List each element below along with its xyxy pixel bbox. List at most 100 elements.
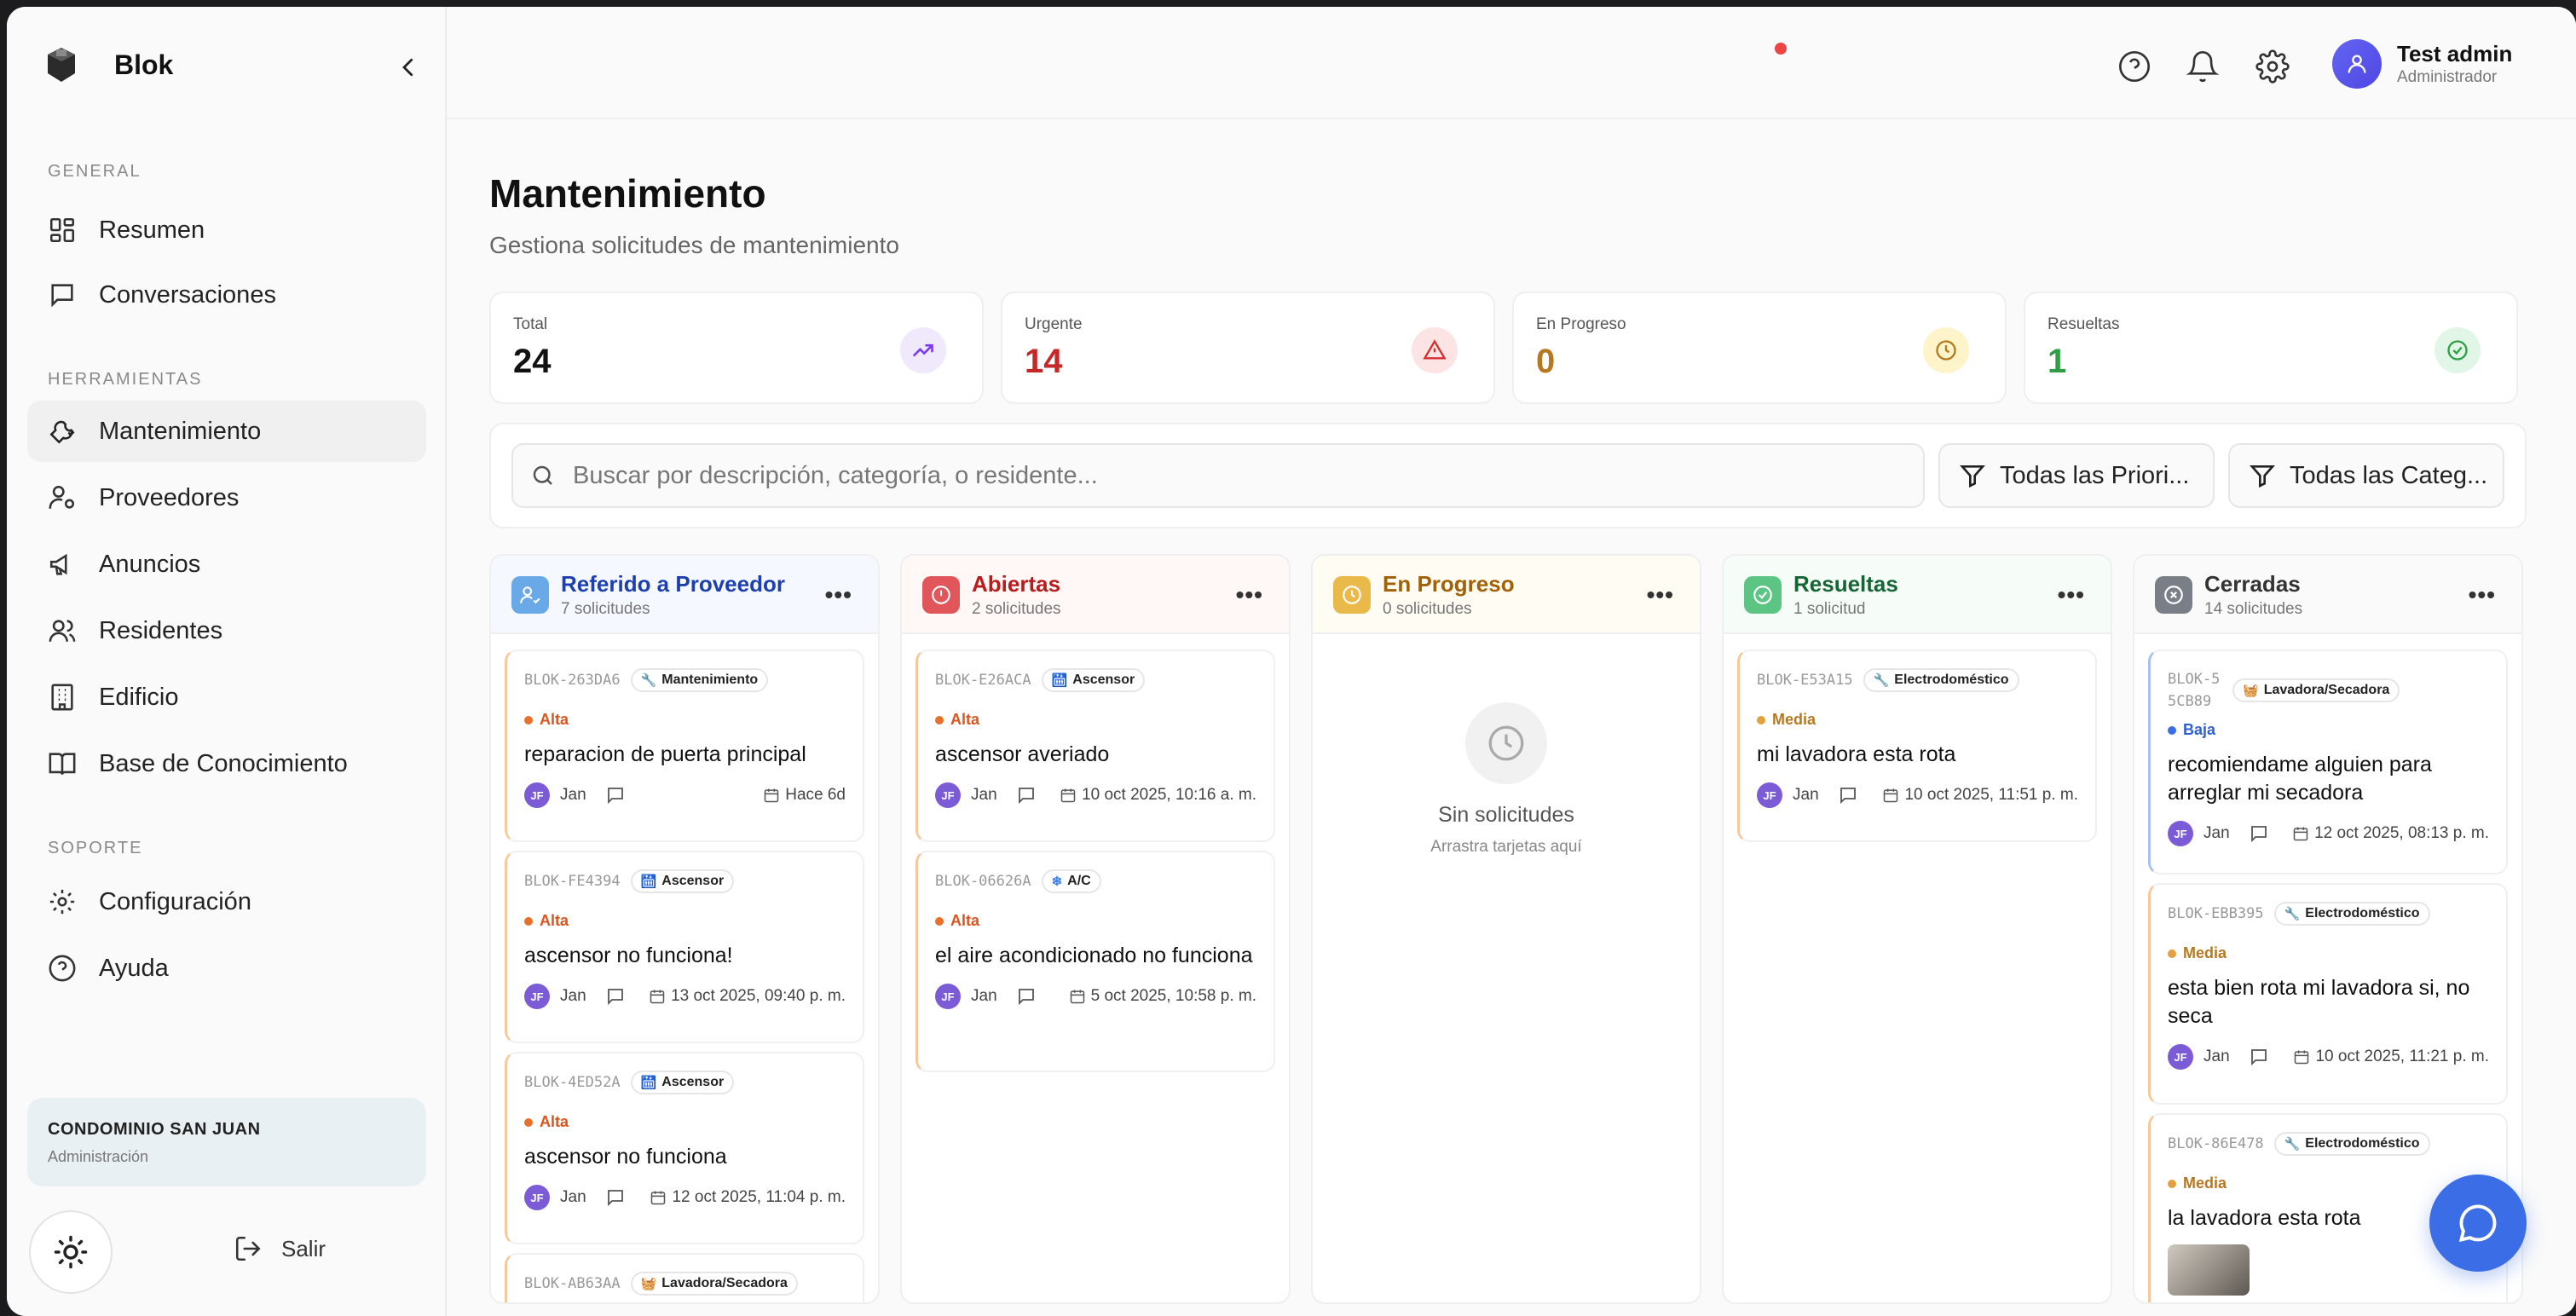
book-icon (49, 753, 76, 775)
request-description: ascensor no funciona! (524, 944, 733, 967)
category-label: Ascensor (1072, 672, 1135, 687)
wrench-icon: 🔧 (640, 673, 657, 688)
sidebar-item-residentes[interactable]: Residentes (27, 600, 426, 661)
stat-card-total: Total 24 (489, 291, 984, 404)
category-label: Lavadora/Secadora (661, 1276, 788, 1290)
sidebar-item-label: Conversaciones (99, 280, 276, 309)
message-icon[interactable] (1838, 785, 1858, 805)
filter-icon (1960, 465, 1985, 488)
priority-label: Baja (2183, 721, 2216, 738)
calendar-icon (1070, 990, 1084, 1004)
sidebar-item-anuncios[interactable]: Anuncios (27, 534, 426, 595)
request-card[interactable]: BLOK-263DA6 🔧 Mantenimiento Alta reparacio… (505, 649, 864, 842)
request-card[interactable]: BLOK-EBB395 🔧 Electrodoméstico Media esta … (2148, 883, 2508, 1105)
message-icon[interactable] (605, 1187, 626, 1208)
sidebar-item-base-conocimiento[interactable]: Base de Conocimiento (27, 733, 426, 794)
request-date: 12 oct 2025, 11:04 p. m. (650, 1188, 846, 1207)
more-options-icon[interactable]: ••• (1647, 581, 1674, 609)
column-header: Referido a Proveedor 7 solicitudes ••• (491, 556, 878, 634)
resident-avatar: JF (524, 984, 550, 1009)
empty-subtitle: Arrastra tarjetas aquí (1430, 838, 1582, 856)
stat-value: 1 (2048, 343, 2067, 380)
kanban-column-en-progreso[interactable]: En Progreso 0 solicitudes ••• Sin solici… (1311, 554, 1701, 1304)
sidebar-item-edificio[interactable]: Edificio (27, 667, 426, 728)
request-card[interactable]: BLOK-4ED52A 🛗 Ascensor Alta ascensor no fu… (505, 1052, 864, 1244)
brand[interactable]: Blok (44, 46, 173, 84)
category-label: Ascensor (661, 874, 725, 888)
search-input[interactable]: Buscar por descripción, categoría, o res… (511, 443, 1925, 508)
sidebar-item-configuracion[interactable]: Configuración (27, 871, 426, 932)
users-icon (49, 620, 76, 642)
message-icon[interactable] (1016, 785, 1037, 805)
user-name[interactable]: Test admin (2397, 41, 2512, 67)
request-meta: JF Jan 12 oct 2025, 11:04 p. m. (524, 1183, 846, 1212)
column-count: 2 solicitudes (972, 600, 1061, 618)
chat-fab-button[interactable] (2429, 1175, 2527, 1272)
theme-toggle-button[interactable] (29, 1210, 113, 1294)
check-circle-icon (2434, 327, 2481, 373)
priority-badge: Alta (524, 711, 846, 729)
request-date: 10 oct 2025, 10:16 a. m. (1060, 786, 1256, 805)
request-card[interactable]: BLOK-E26ACA 🛗 Ascensor Alta ascensor averi… (915, 649, 1275, 842)
section-tools: HERRAMIENTAS (48, 370, 203, 389)
priority-label: Alta (950, 912, 980, 929)
sidebar-item-conversaciones[interactable]: Conversaciones (27, 264, 426, 326)
kanban-column-resueltas[interactable]: Resueltas 1 solicitud ••• BLOK-E53A15 🔧 El… (1722, 554, 2112, 1304)
message-icon[interactable] (1016, 986, 1037, 1007)
sidebar-item-label: Anuncios (99, 550, 201, 578)
message-icon[interactable] (605, 986, 626, 1007)
logout-button[interactable]: Salir (234, 1234, 326, 1263)
sidebar-item-label: Configuración (99, 887, 251, 915)
collapse-sidebar-icon[interactable] (396, 55, 421, 80)
column-title: Resueltas (1793, 571, 1898, 597)
more-options-icon[interactable]: ••• (825, 581, 852, 609)
kanban-column-abiertas[interactable]: Abiertas 2 solicitudes ••• BLOK-E26ACA 🛗 A… (900, 554, 1291, 1304)
request-card[interactable]: BLOK-E53A15 🔧 Electrodoméstico Media mi la… (1737, 649, 2097, 842)
sidebar-item-mantenimiento[interactable]: Mantenimiento (27, 401, 426, 462)
sidebar-item-ayuda[interactable]: Ayuda (27, 938, 426, 999)
alert-triangle-icon (1412, 327, 1458, 373)
wrench-icon: 🔧 (2284, 907, 2301, 921)
message-icon[interactable] (605, 785, 626, 805)
condo-selector[interactable]: CONDOMINIO SAN JUAN Administración (27, 1098, 426, 1186)
request-card[interactable]: BLOK-06626A ❄ A/C Alta el aire acondiciona… (915, 851, 1275, 1072)
resident-avatar: JF (2168, 1044, 2193, 1070)
settings-icon[interactable] (2255, 49, 2290, 84)
request-card[interactable]: BLOK-FE4394 🛗 Ascensor Alta ascensor no fu… (505, 851, 864, 1043)
message-icon[interactable] (2249, 1047, 2269, 1067)
logout-icon (235, 1236, 261, 1261)
more-options-icon[interactable]: ••• (2058, 581, 2085, 609)
megaphone-icon (49, 553, 67, 575)
attachment-thumbnail[interactable] (2168, 1244, 2250, 1296)
request-description: esta bien rota mi lavadora si, no seca (2168, 976, 2470, 1028)
request-code: BLOK-263DA6 (524, 672, 621, 689)
request-card[interactable]: BLOK-AB63AA 🧺 Lavadora/Secadora (505, 1253, 864, 1302)
date-label: 12 oct 2025, 11:04 p. m. (672, 1188, 846, 1206)
calendar-icon (650, 990, 665, 1004)
priority-badge: Media (2168, 1175, 2489, 1192)
request-card[interactable]: BLOK-55CB89 🧺 Lavadora/Secadora Baja recom… (2148, 649, 2508, 874)
help-circle-icon[interactable] (2117, 49, 2151, 84)
user-avatar[interactable] (2332, 39, 2382, 89)
request-meta: JF Jan 10 oct 2025, 11:21 p. m. (2168, 1042, 2489, 1071)
request-code: BLOK-4ED52A (524, 1074, 621, 1091)
check-circle-icon (1744, 576, 1782, 614)
resident-avatar: JF (524, 782, 550, 808)
search-placeholder: Buscar por descripción, categoría, o res… (573, 461, 1098, 489)
kanban-column-referido[interactable]: Referido a Proveedor 7 solicitudes ••• B… (489, 554, 880, 1304)
stat-label: Total (513, 315, 548, 333)
more-options-icon[interactable]: ••• (1236, 581, 1263, 609)
more-options-icon[interactable]: ••• (2469, 581, 2496, 609)
category-tag: 🔧 Electrodoméstico (1863, 668, 2019, 692)
sidebar-item-label: Ayuda (99, 954, 169, 982)
clock-icon (1923, 327, 1969, 373)
sidebar-item-proveedores[interactable]: Proveedores (27, 467, 426, 528)
user-role: Administrador (2397, 68, 2498, 86)
message-icon[interactable] (2249, 823, 2269, 844)
bell-icon[interactable] (2186, 49, 2220, 84)
sidebar-item-resumen[interactable]: Resumen (27, 199, 426, 261)
category-filter[interactable]: Todas las Categ... (2228, 443, 2504, 508)
stat-card-en-progreso: En Progreso 0 (1512, 291, 2007, 404)
priority-filter[interactable]: Todas las Priori... (1938, 443, 2215, 508)
date-label: 10 oct 2025, 11:21 p. m. (2315, 1048, 2489, 1065)
